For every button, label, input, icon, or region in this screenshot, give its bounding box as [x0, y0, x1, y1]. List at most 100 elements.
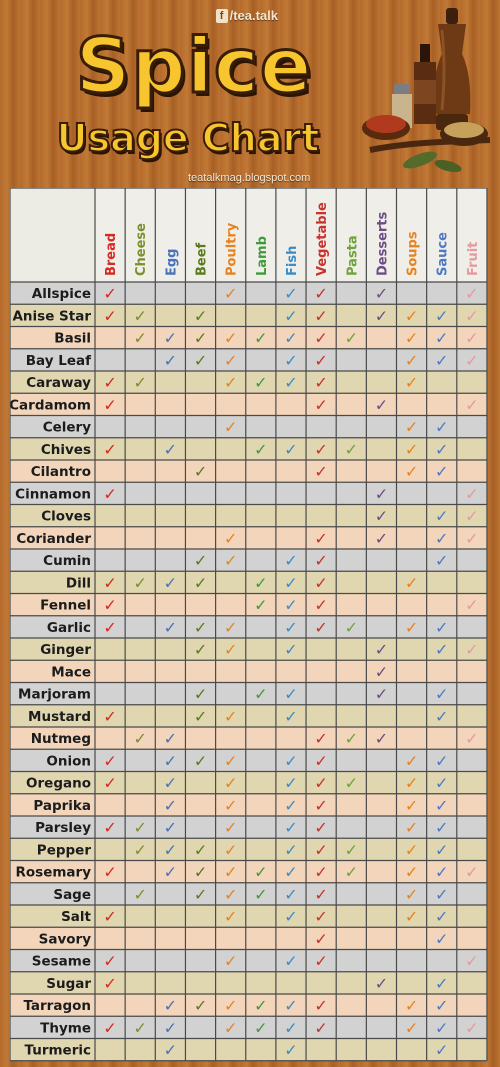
- check-mark: ✓: [405, 818, 418, 837]
- check-mark: ✓: [435, 996, 448, 1015]
- row-label: Garlic: [47, 620, 91, 636]
- check-mark: ✓: [435, 306, 448, 325]
- header: f /tea.talk Spice Usage Chart teatalkmag…: [0, 0, 500, 188]
- check-mark: ✓: [224, 640, 237, 659]
- check-mark: ✓: [465, 952, 478, 971]
- check-mark: ✓: [405, 840, 418, 859]
- check-mark: ✓: [435, 907, 448, 926]
- check-mark: ✓: [405, 351, 418, 370]
- check-mark: ✓: [103, 306, 116, 325]
- check-mark: ✓: [164, 818, 177, 837]
- check-mark: ✓: [284, 440, 297, 459]
- check-mark: ✓: [224, 284, 237, 303]
- check-mark: ✓: [224, 373, 237, 392]
- check-mark: ✓: [405, 418, 418, 437]
- spice-usage-grid: Allspice Anise Star Basil Bay Leaf Caraway Ca…: [10, 188, 488, 1062]
- check-mark: ✓: [435, 751, 448, 770]
- check-mark: ✓: [164, 751, 177, 770]
- check-mark: ✓: [314, 952, 327, 971]
- check-mark: ✓: [314, 462, 327, 481]
- spice-usage-table: Allspice Anise Star Basil Bay Leaf Caraway Ca…: [10, 188, 500, 1065]
- check-mark: ✓: [375, 640, 388, 659]
- check-mark: ✓: [284, 707, 297, 726]
- check-mark: ✓: [254, 329, 267, 348]
- check-mark: ✓: [194, 618, 207, 637]
- website-label: teatalkmag.blogspot.com: [188, 172, 311, 184]
- check-mark: ✓: [224, 418, 237, 437]
- check-mark: ✓: [465, 329, 478, 348]
- check-mark: ✓: [405, 751, 418, 770]
- check-mark: ✓: [194, 996, 207, 1015]
- check-mark: ✓: [375, 685, 388, 704]
- check-mark: ✓: [254, 685, 267, 704]
- check-mark: ✓: [435, 640, 448, 659]
- row-label: Basil: [54, 331, 91, 347]
- check-mark: ✓: [435, 796, 448, 815]
- column-header-egg: Egg: [164, 249, 179, 277]
- check-mark: ✓: [164, 1041, 177, 1060]
- row-label: Caraway: [26, 375, 91, 391]
- bay-leaf-icon: [402, 151, 462, 173]
- row-label: Mustard: [28, 709, 91, 725]
- check-mark: ✓: [314, 596, 327, 615]
- check-mark: ✓: [405, 796, 418, 815]
- check-mark: ✓: [164, 863, 177, 882]
- check-mark: ✓: [224, 774, 237, 793]
- check-mark: ✓: [405, 440, 418, 459]
- row-label: Mace: [51, 664, 91, 680]
- check-mark: ✓: [224, 818, 237, 837]
- check-mark: ✓: [375, 306, 388, 325]
- check-mark: ✓: [224, 907, 237, 926]
- check-mark: ✓: [284, 685, 297, 704]
- row-label: Ginger: [40, 642, 91, 658]
- row-label: Coriander: [16, 531, 91, 547]
- row-label: Sage: [53, 887, 91, 903]
- column-header-fish: Fish: [285, 246, 300, 276]
- check-mark: ✓: [284, 329, 297, 348]
- check-mark: ✓: [375, 507, 388, 526]
- check-mark: ✓: [284, 885, 297, 904]
- check-mark: ✓: [254, 440, 267, 459]
- check-mark: ✓: [405, 373, 418, 392]
- row-label: Celery: [43, 420, 92, 436]
- check-mark: ✓: [164, 351, 177, 370]
- check-mark: ✓: [435, 462, 448, 481]
- check-mark: ✓: [435, 507, 448, 526]
- check-mark: ✓: [314, 863, 327, 882]
- check-mark: ✓: [435, 618, 448, 637]
- check-mark: ✓: [405, 573, 418, 592]
- row-label: Marjoram: [18, 687, 91, 703]
- check-mark: ✓: [224, 1018, 237, 1037]
- check-mark: ✓: [465, 863, 478, 882]
- check-mark: ✓: [224, 952, 237, 971]
- check-mark: ✓: [465, 484, 478, 503]
- row-label: Tarragon: [23, 998, 91, 1014]
- check-mark: ✓: [103, 618, 116, 637]
- check-mark: ✓: [284, 284, 297, 303]
- check-mark: ✓: [284, 306, 297, 325]
- row-label: Sesame: [32, 954, 91, 970]
- check-mark: ✓: [103, 707, 116, 726]
- check-mark: ✓: [194, 685, 207, 704]
- check-mark: ✓: [435, 885, 448, 904]
- check-mark: ✓: [224, 885, 237, 904]
- check-mark: ✓: [405, 996, 418, 1015]
- check-mark: ✓: [314, 885, 327, 904]
- check-mark: ✓: [103, 596, 116, 615]
- check-mark: ✓: [103, 818, 116, 837]
- check-mark: ✓: [164, 1018, 177, 1037]
- column-header-cheese: Cheese: [134, 223, 149, 276]
- check-mark: ✓: [314, 840, 327, 859]
- check-mark: ✓: [103, 484, 116, 503]
- column-header-fruit: Fruit: [466, 242, 481, 276]
- check-mark: ✓: [345, 863, 358, 882]
- check-mark: ✓: [405, 618, 418, 637]
- check-mark: ✓: [435, 707, 448, 726]
- row-label: Rosemary: [16, 865, 92, 881]
- check-mark: ✓: [103, 395, 116, 414]
- check-mark: ✓: [345, 729, 358, 748]
- check-mark: ✓: [435, 418, 448, 437]
- check-mark: ✓: [435, 440, 448, 459]
- check-mark: ✓: [375, 395, 388, 414]
- check-mark: ✓: [345, 329, 358, 348]
